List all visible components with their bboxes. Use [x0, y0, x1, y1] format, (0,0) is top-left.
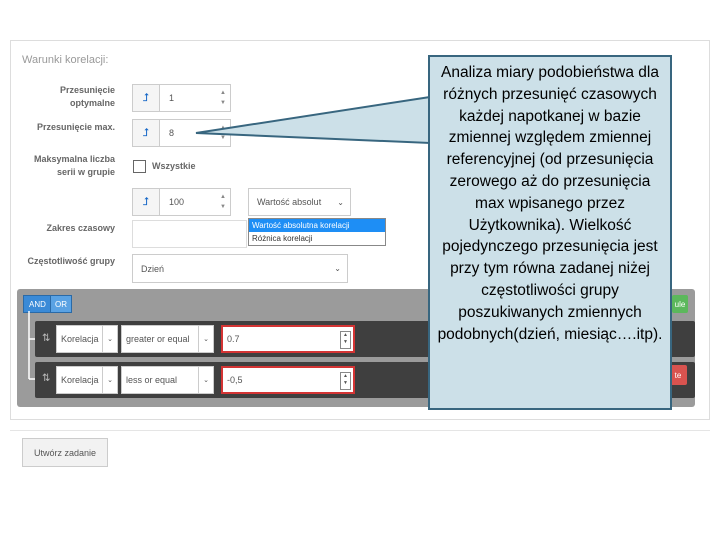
- max-series-label-line1: Maksymalna liczba: [33, 154, 115, 164]
- up-down-spinner-icon[interactable]: ▲▼: [340, 372, 351, 390]
- max-shift-value: 8: [169, 128, 175, 138]
- value-type-option-absolute[interactable]: Wartość absolutna korelacji: [249, 219, 385, 232]
- chevron-down-icon: ⌄: [198, 367, 213, 393]
- callout-text: Analiza miary podobieństwa dla różnych p…: [437, 64, 663, 343]
- up-down-spinner-icon[interactable]: ▲▼: [220, 192, 226, 212]
- optimal-shift-icon: ⮥: [132, 84, 160, 112]
- all-checkbox[interactable]: [133, 160, 146, 173]
- max-series-label: Maksymalna liczba serii w grupie: [20, 153, 115, 179]
- time-range-input[interactable]: [132, 220, 247, 248]
- rule-value: 0.7: [227, 334, 240, 344]
- rule-operator-select[interactable]: greater or equal ⌄: [121, 325, 214, 353]
- chevron-down-icon: ⌄: [102, 326, 117, 352]
- chevron-down-icon: ⌄: [102, 367, 117, 393]
- rule-value-input[interactable]: 0.7 ▲ ▼: [221, 325, 355, 353]
- rule-operator-select[interactable]: less or equal ⌄: [121, 366, 214, 394]
- frequency-select[interactable]: Dzień ⌄: [132, 254, 348, 283]
- callout-pointer: [195, 95, 431, 145]
- optimal-shift-label-line2: optymalne: [69, 98, 115, 108]
- create-task-button[interactable]: Utwórz zadanie: [22, 438, 108, 467]
- rule-operator-value: less or equal: [126, 375, 178, 385]
- series-count-icon: ⮥: [132, 188, 160, 216]
- rule-value-input[interactable]: -0,5 ▲ ▼: [221, 366, 355, 394]
- value-type-selected: Wartość absolut: [257, 197, 322, 207]
- all-label: Wszystkie: [152, 161, 196, 171]
- chevron-down-icon: ⌄: [198, 326, 213, 352]
- rule-field-select[interactable]: Korelacja ⌄: [56, 366, 118, 394]
- frequency-value: Dzień: [141, 263, 165, 274]
- value-type-option-difference[interactable]: Różnica korelacji: [249, 232, 385, 245]
- value-type-select[interactable]: Wartość absolut ⌄: [248, 188, 351, 216]
- panel-title: Warunki korelacji:: [22, 54, 109, 66]
- chevron-down-icon: ⌄: [337, 198, 344, 207]
- max-shift-label: Przesunięcie max.: [36, 122, 115, 132]
- rule-field-select[interactable]: Korelacja ⌄: [56, 325, 118, 353]
- optimal-shift-label-line1: Przesunięcie: [59, 85, 115, 95]
- optimal-shift-label: Przesunięcie optymalne: [30, 84, 115, 110]
- max-shift-icon: ⮥: [132, 119, 160, 147]
- or-button[interactable]: OR: [50, 295, 72, 313]
- time-range-label: Zakres czasowy: [46, 223, 115, 233]
- optimal-shift-value: 1: [169, 93, 175, 103]
- sort-handle-icon[interactable]: ⇅: [42, 333, 50, 344]
- frequency-label: Częstotliwość grupy: [27, 256, 115, 266]
- up-down-spinner-icon[interactable]: ▲▼: [340, 331, 351, 349]
- rule-field-value: Korelacja: [61, 375, 99, 385]
- series-count-input[interactable]: 100 ▲ ▼: [159, 188, 231, 216]
- chevron-down-icon: ⌄: [334, 264, 341, 273]
- rule-operator-value: greater or equal: [126, 334, 190, 344]
- series-count-value: 100: [169, 197, 185, 207]
- value-type-dropdown: Wartość absolutna korelacji Różnica kore…: [248, 218, 386, 246]
- rule-field-value: Korelacja: [61, 334, 99, 344]
- callout-annotation: Analiza miary podobieństwa dla różnych p…: [428, 55, 672, 410]
- add-rule-button[interactable]: ule: [672, 295, 688, 313]
- rule-value: -0,5: [227, 375, 243, 385]
- max-series-label-line2: serii w grupie: [56, 167, 115, 177]
- sort-handle-icon[interactable]: ⇅: [42, 373, 50, 384]
- footer-divider: [10, 430, 710, 431]
